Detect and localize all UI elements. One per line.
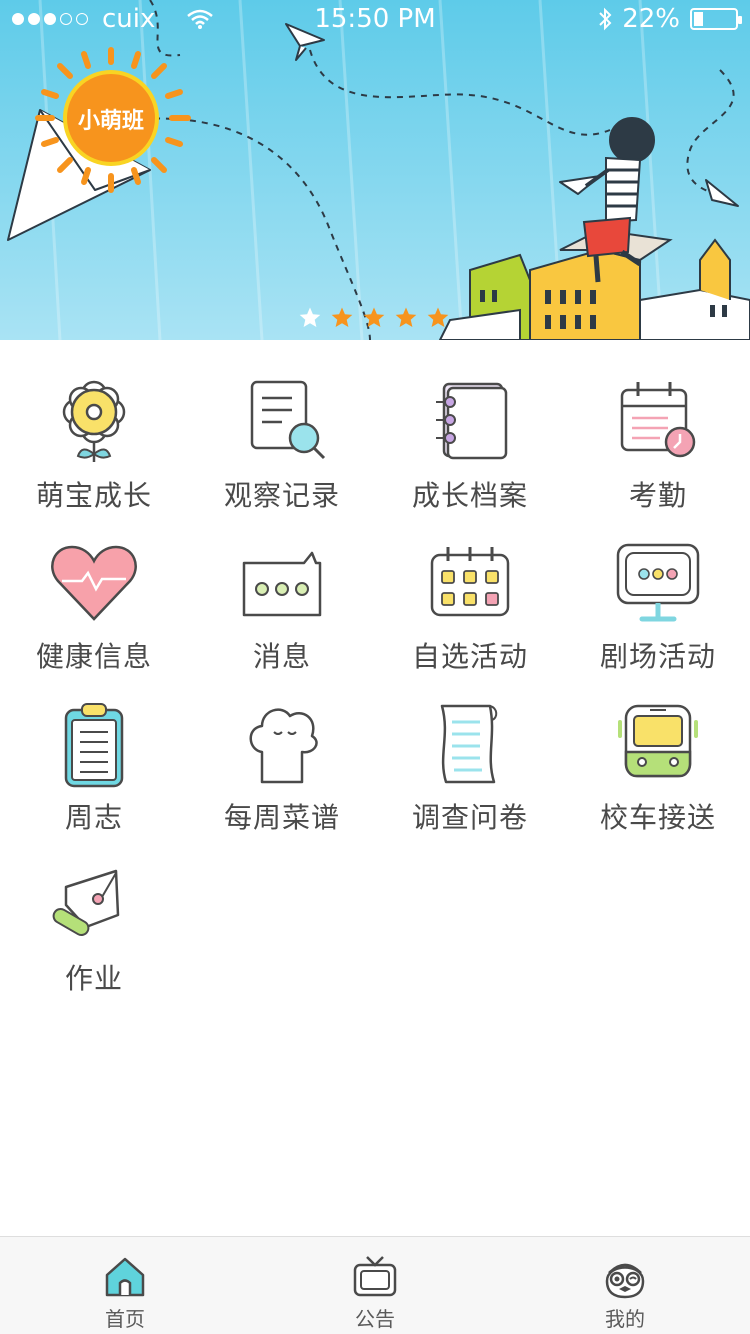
feature-item-label: 作业 xyxy=(64,962,123,995)
home-banner[interactable]: cuix 15:50 PM 22% 小萌班 xyxy=(0,0,750,340)
status-bar: cuix 15:50 PM 22% xyxy=(0,0,750,40)
pager-star-icon[interactable] xyxy=(298,306,322,330)
notebook-icon xyxy=(422,374,518,470)
pager-star-icon[interactable] xyxy=(330,306,354,330)
feature-item[interactable]: 健康信息 xyxy=(0,501,188,673)
clipboard-icon xyxy=(46,696,142,792)
flower-icon xyxy=(46,374,142,470)
pager-star-icon[interactable] xyxy=(362,306,386,330)
class-badge: 小萌班 xyxy=(77,109,144,134)
bluetooth-icon xyxy=(599,7,612,31)
battery-icon xyxy=(690,8,742,30)
battery-percent: 22% xyxy=(622,4,680,34)
feature-item-label: 调查问卷 xyxy=(411,801,528,834)
pager-star-icon[interactable] xyxy=(426,306,450,330)
heart-pulse-icon xyxy=(46,535,142,631)
feature-item-label: 每周菜谱 xyxy=(223,801,340,834)
tab-item[interactable]: 我的 xyxy=(500,1237,750,1334)
feature-item[interactable]: 调查问卷 xyxy=(376,662,564,834)
feature-item[interactable]: 成长档案 xyxy=(376,340,564,512)
home-icon xyxy=(101,1253,149,1301)
banner-pager[interactable] xyxy=(298,306,450,330)
tab-item-label: 公告 xyxy=(355,1307,395,1331)
tab-item[interactable]: 首页 xyxy=(0,1237,250,1334)
document-search-icon xyxy=(234,374,330,470)
feature-item[interactable]: 周志 xyxy=(0,662,188,834)
tab-item-label: 首页 xyxy=(105,1307,145,1331)
pen-nib-icon xyxy=(46,857,142,953)
feature-item[interactable]: 观察记录 xyxy=(188,340,376,512)
calendar-clock-icon xyxy=(610,374,706,470)
tv-icon xyxy=(351,1253,399,1301)
battery-level xyxy=(694,12,703,26)
feature-item[interactable]: 自选活动 xyxy=(376,501,564,673)
feature-item-label: 校车接送 xyxy=(599,801,716,834)
feature-item[interactable]: 考勤 xyxy=(564,340,750,512)
message-icon xyxy=(234,535,330,631)
scroll-icon xyxy=(422,696,518,792)
profile-face-icon xyxy=(601,1253,649,1301)
feature-item[interactable]: 每周菜谱 xyxy=(188,662,376,834)
feature-item[interactable]: 消息 xyxy=(188,501,376,673)
feature-item[interactable]: 作业 xyxy=(0,823,188,995)
feature-item[interactable]: 萌宝成长 xyxy=(0,340,188,512)
feature-item[interactable]: 校车接送 xyxy=(564,662,750,834)
bus-icon xyxy=(610,696,706,792)
banner-illustration xyxy=(0,0,750,340)
monitor-icon xyxy=(610,535,706,631)
tab-bar: 首页 公告 我的 xyxy=(0,1236,750,1334)
status-right: 22% xyxy=(598,4,742,34)
pager-star-icon[interactable] xyxy=(394,306,418,330)
tab-item-label: 我的 xyxy=(605,1307,645,1331)
calendar-grid-icon xyxy=(422,535,518,631)
chef-hat-icon xyxy=(234,696,330,792)
tab-item[interactable]: 公告 xyxy=(250,1237,500,1334)
feature-item[interactable]: 剧场活动 xyxy=(564,501,750,673)
